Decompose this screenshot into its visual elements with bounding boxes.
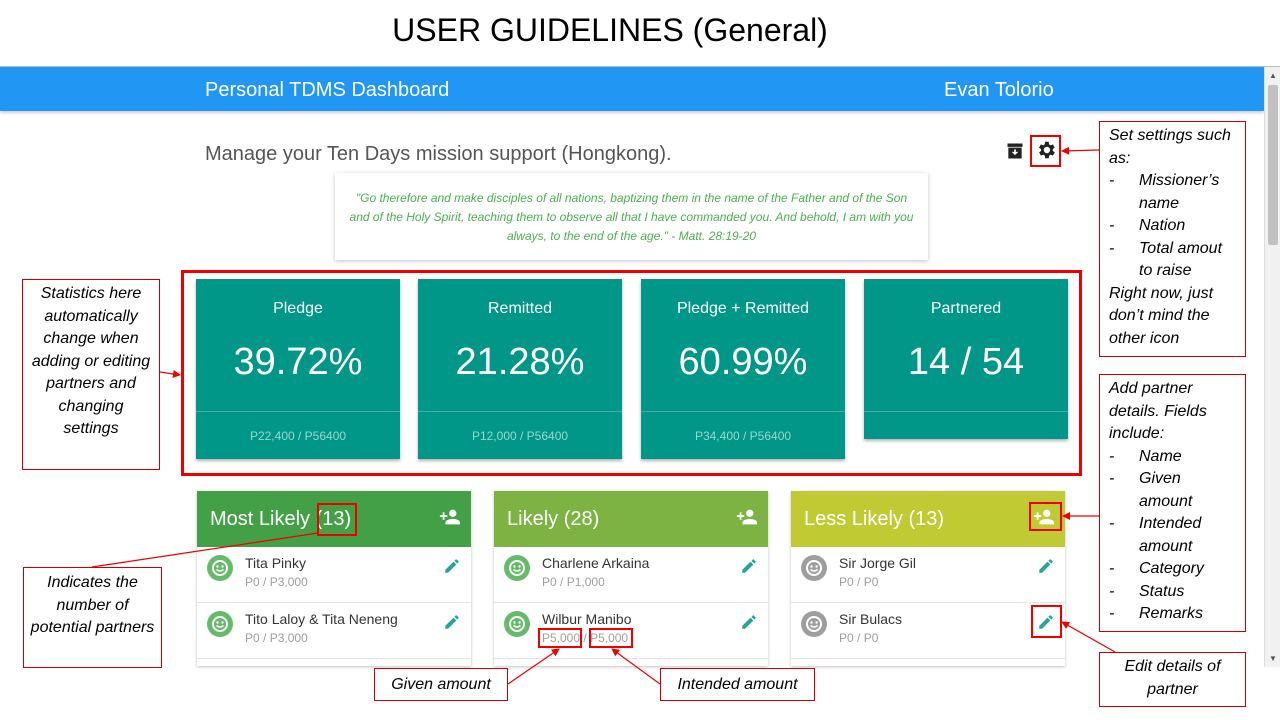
app-brand[interactable]: Personal TDMS Dashboard (205, 79, 449, 102)
scroll-up-icon[interactable]: ▲ (1269, 71, 1277, 80)
partner-amount: P0 / P0 (839, 631, 879, 645)
partner-row[interactable]: Tita Pinky P0 / P3,000 (197, 547, 471, 603)
count-callout: Indicates the number of potential partne… (23, 567, 162, 668)
partner-row[interactable]: Tito Laloy & Tita Neneng P0 / P3,000 (197, 603, 471, 659)
panel-title: Likely (28) (507, 508, 600, 530)
person-add-icon[interactable] (439, 506, 461, 528)
count-highlight-box (317, 503, 357, 536)
scroll-down-icon[interactable]: ▼ (1269, 654, 1277, 663)
given-highlight-box (538, 628, 582, 648)
panel-count: (13) (908, 508, 945, 530)
slide: USER GUIDELINES (General) Personal TDMS … (0, 0, 1280, 720)
partner-amount: P0 / P3,000 (245, 575, 308, 589)
slide-title: USER GUIDELINES (General) (392, 12, 828, 48)
stats-callout: Statistics here automatically change whe… (22, 279, 160, 470)
settings-highlight-box (1030, 135, 1061, 167)
partner-row[interactable]: Sir Bulacs P0 / P0 (791, 603, 1065, 659)
partner-name: Charlene Arkaina (542, 555, 650, 571)
scrollbar-thumb[interactable] (1268, 85, 1278, 245)
smiley-avatar-icon (504, 611, 530, 637)
smiley-avatar-icon (801, 555, 827, 581)
pencil-icon[interactable] (740, 557, 758, 575)
partner-row[interactable]: Sir Jorge Gil P0 / P0 (791, 547, 1065, 603)
smiley-avatar-icon (207, 555, 233, 581)
pencil-icon[interactable] (740, 613, 758, 631)
edit-callout: Edit details of partner (1099, 652, 1246, 707)
given-callout: Given amount (374, 668, 508, 701)
stats-highlight-box (181, 270, 1082, 476)
partner-name: Tito Laloy & Tita Neneng (245, 611, 398, 627)
vertical-scrollbar[interactable]: ▲ ▼ (1264, 67, 1280, 667)
add-partner-callout: Add partner details. Fields include: - Na… (1099, 374, 1246, 632)
app-bar: Personal TDMS Dashboard Evan Tolorio (0, 67, 1264, 111)
panel-less-likely: Less Likely (13) Sir Jorge Gil P0 / P0 S… (791, 491, 1065, 666)
partner-name: Wilbur Manibo (542, 611, 632, 627)
smiley-avatar-icon (801, 611, 827, 637)
pencil-icon[interactable] (443, 557, 461, 575)
bible-verse-card: "Go therefore and make disciples of all … (335, 173, 928, 260)
partner-amount: P0 / P3,000 (245, 631, 308, 645)
panel-header: Less Likely (13) (791, 491, 1065, 547)
pencil-icon[interactable] (1037, 557, 1055, 575)
person-add-icon[interactable] (736, 506, 758, 528)
intended-callout: Intended amount (660, 668, 815, 701)
smiley-avatar-icon (504, 555, 530, 581)
intended-highlight-box (589, 628, 633, 648)
settings-callout: Set settings such as: - Missioner’s name … (1099, 121, 1246, 357)
partner-row[interactable]: Charlene Arkaina P0 / P1,000 (494, 547, 768, 603)
partner-name: Sir Bulacs (839, 611, 903, 627)
partner-amount: P0 / P1,000 (542, 575, 605, 589)
add-partner-highlight-box (1029, 502, 1062, 531)
page-heading: Manage your Ten Days mission support (Ho… (205, 143, 672, 165)
partner-name: Sir Jorge Gil (839, 555, 917, 571)
smiley-avatar-icon (207, 611, 233, 637)
edit-highlight-box (1031, 605, 1062, 638)
user-name[interactable]: Evan Tolorio (944, 79, 1054, 102)
pencil-icon[interactable] (443, 613, 461, 631)
archive-icon[interactable] (1004, 140, 1026, 162)
panel-header: Likely (28) (494, 491, 768, 547)
partner-amount: P0 / P0 (839, 575, 879, 589)
panel-count: (28) (563, 508, 600, 530)
panel-title: Less Likely (13) (804, 508, 945, 530)
partner-name: Tita Pinky (245, 555, 306, 571)
